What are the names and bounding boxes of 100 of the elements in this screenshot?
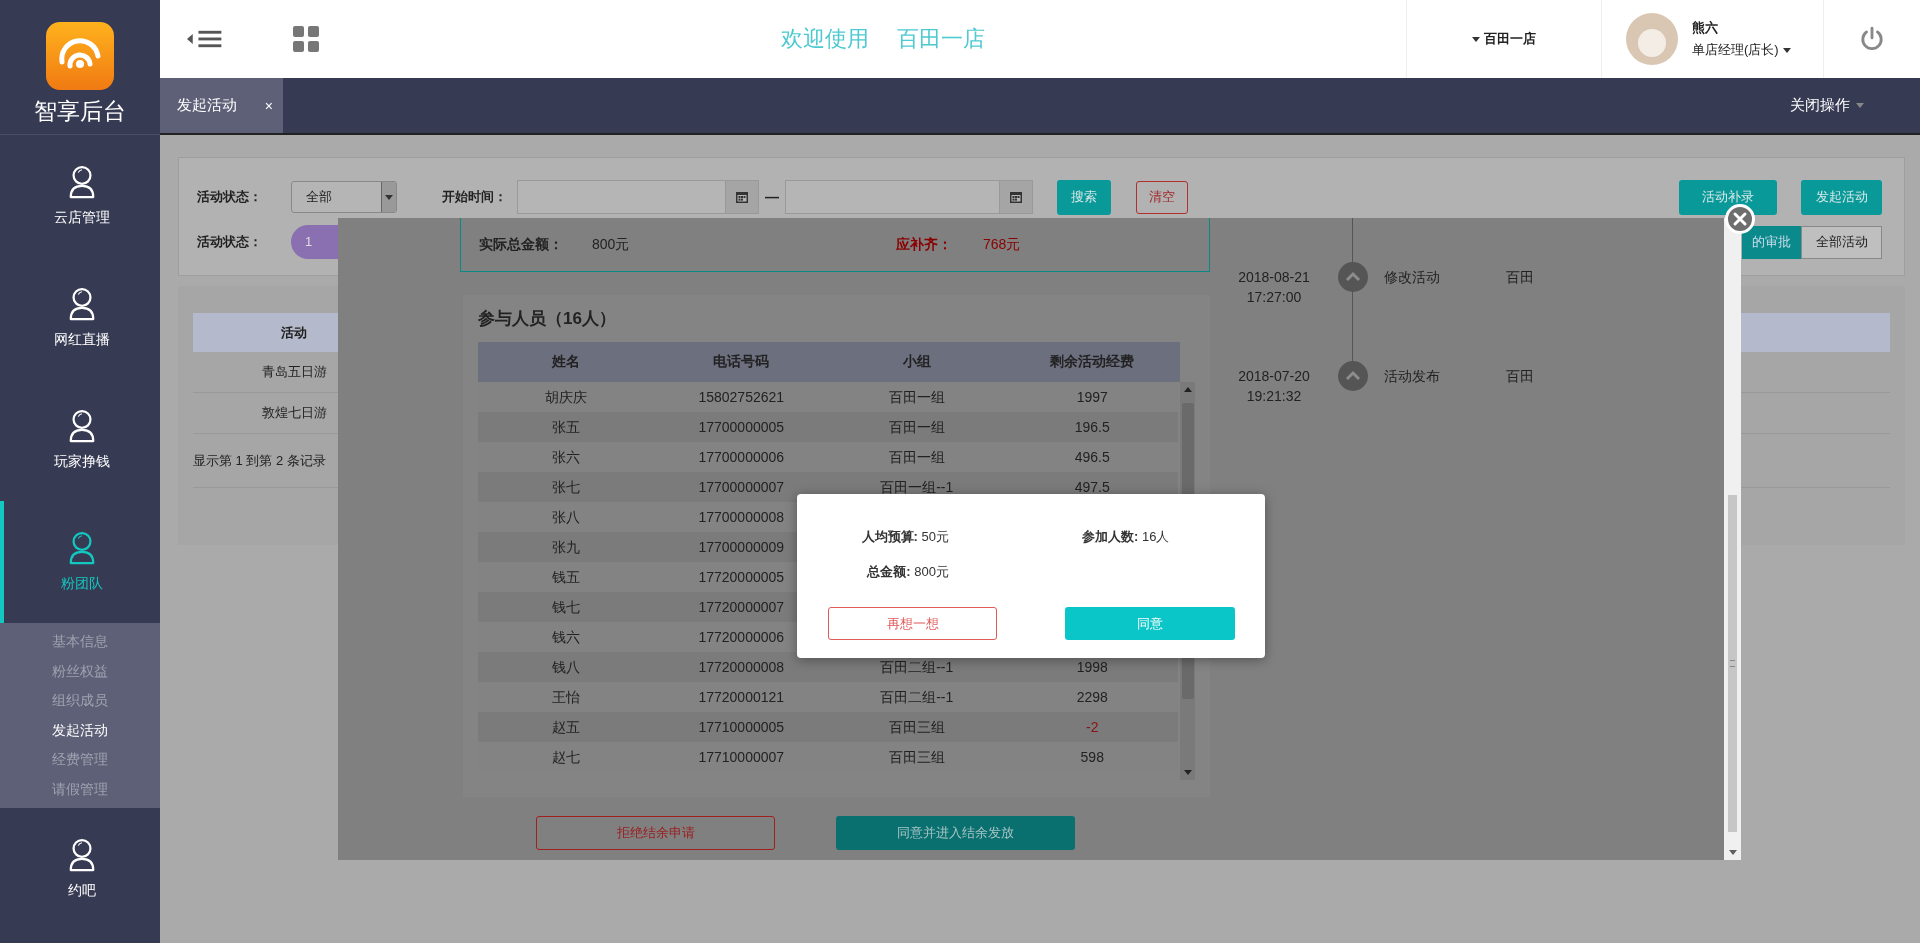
table-cell: 钱八 [551,659,580,675]
date-field[interactable] [517,180,759,214]
submenu-item[interactable]: 组织成员 [0,686,160,716]
close-operations-menu[interactable]: 关闭操作 [1790,78,1920,133]
view-tab[interactable]: 的审批 [1742,225,1801,259]
table-cell: 百田三组 [888,749,945,765]
nav-item[interactable]: 云店管理 [0,135,160,257]
store-dropdown[interactable]: 百田一店 [1472,30,1536,48]
table-cell: 张九 [551,539,580,555]
table-cell: 15802752621 [698,389,785,405]
nav-item[interactable]: 玩家挣钱 [0,379,160,501]
summary-label: 应补齐： [896,235,953,254]
clear-button[interactable]: 清空 [1136,180,1188,214]
summary-label: 实际总金额： [479,235,564,254]
person-icon [67,287,97,321]
logo-icon [46,22,114,90]
table-cell: 赵七 [551,749,580,765]
status-pill[interactable]: 1 [291,225,338,259]
table-cell: 1998 [1076,659,1108,675]
table-cell: 17720000121 [698,689,785,705]
table-cell: 钱六 [551,629,580,645]
filter-label: 开始时间： [442,188,508,206]
column-header: 剩余活动经费 [1049,353,1136,371]
timeline-operator: 百田 [1506,367,1534,386]
table-cell-text: 敦煌七日游 [260,404,328,422]
dialog-field: 参加人数: 16人 [1082,528,1170,546]
table-cell: 17700000007 [698,479,785,495]
table-cell: 胡庆庆 [544,389,587,405]
person-icon [67,838,97,872]
cancel-button[interactable]: 再想一想 [828,607,997,640]
panel-title: 参与人员（16人） [478,309,616,329]
timeline-time: 19:21:32 [1246,387,1302,406]
submenu-item[interactable]: 发起活动 [0,715,160,745]
dialog-field: 人均预算: 50元 [861,528,949,546]
grid-icon[interactable] [293,26,319,52]
welcome-text: 欢迎使用 [781,25,869,53]
submenu-item[interactable]: 请假管理 [0,774,160,804]
timeline-action: 修改活动 [1384,268,1441,287]
submenu-item[interactable]: 经费管理 [0,745,160,775]
table-cell: 百田一组--1 [880,479,954,495]
column-header: 活动 [280,323,308,342]
submenu-item[interactable]: 基本信息 [0,627,160,657]
search-button[interactable]: 搜索 [1057,179,1111,215]
table-cell: 497.5 [1074,479,1110,495]
calendar-icon[interactable] [1010,191,1022,203]
user-role[interactable]: 单店经理(店长) [1692,41,1791,59]
status-select[interactable]: 全部 [291,181,397,213]
timeline-action: 活动发布 [1384,367,1441,386]
summary-value: 768元 [983,235,1021,254]
table-cell: 17700000005 [698,419,785,435]
page-tab[interactable]: 发起活动 × [160,78,283,133]
timeline-date: 2018-07-20 [1238,367,1310,386]
table-cell-text: 青岛五日游 [260,363,328,381]
launch-button[interactable]: 发起活动 [1801,179,1882,215]
table-cell: 百田一组 [888,389,945,405]
timeline-date: 2018-08-21 [1238,268,1310,287]
table-cell: 2298 [1076,689,1108,705]
table-cell: 1997 [1076,389,1108,405]
store-title: 百田一店 [897,25,985,53]
scrollbar[interactable] [1724,218,1741,860]
view-tab[interactable]: 全部活动 [1801,225,1882,259]
date-field[interactable] [785,180,1033,214]
column-header: 姓名 [550,353,581,371]
table-cell: 张八 [551,509,580,525]
calendar-icon[interactable] [736,191,748,203]
table-cell: 百田二组--1 [880,689,954,705]
supplement-button[interactable]: 活动补录 [1679,179,1777,215]
table-cell: 17700000006 [698,449,785,465]
reject-button[interactable]: 拒绝结余申请 [536,816,775,850]
timeline-time: 17:27:00 [1246,288,1302,307]
table-cell: 17720000007 [698,599,785,615]
table-cell: 百田一组 [888,449,945,465]
table-cell: 赵五 [551,719,580,735]
table-cell: 17720000008 [698,659,785,675]
column-header: 电话号码 [712,353,771,371]
nav-item[interactable]: 网红直播 [0,257,160,379]
pagination-info: 显示第 1 到第 2 条记录 [193,453,326,468]
nav-item[interactable]: 约吧 [0,808,160,930]
person-icon [67,409,97,443]
table-cell: 17700000008 [698,509,785,525]
menu-icon[interactable] [187,29,223,49]
table-cell: 17710000005 [698,719,785,735]
filter-label: 活动状态： [197,233,263,251]
confirm-button[interactable]: 同意 [1065,607,1235,640]
timeline-operator: 百田 [1506,268,1534,287]
table-cell: 钱五 [551,569,580,585]
table-cell: 196.5 [1074,419,1110,435]
table-cell: 17720000005 [698,569,785,585]
power-icon[interactable] [1859,26,1885,52]
column-header: 小组 [901,353,932,371]
table-cell: 17700000009 [698,539,785,555]
table-cell: 598 [1080,749,1104,765]
approve-button[interactable]: 同意并进入结余发放 [836,816,1075,850]
user-name: 熊六 [1692,19,1719,37]
dialog-field: 总金额: 800元 [867,563,949,581]
table-cell: -2 [1086,719,1099,735]
table-cell: 百田三组 [888,719,945,735]
table-cell: 张五 [551,419,580,435]
person-icon [67,531,97,565]
submenu-item[interactable]: 粉丝权益 [0,656,160,686]
